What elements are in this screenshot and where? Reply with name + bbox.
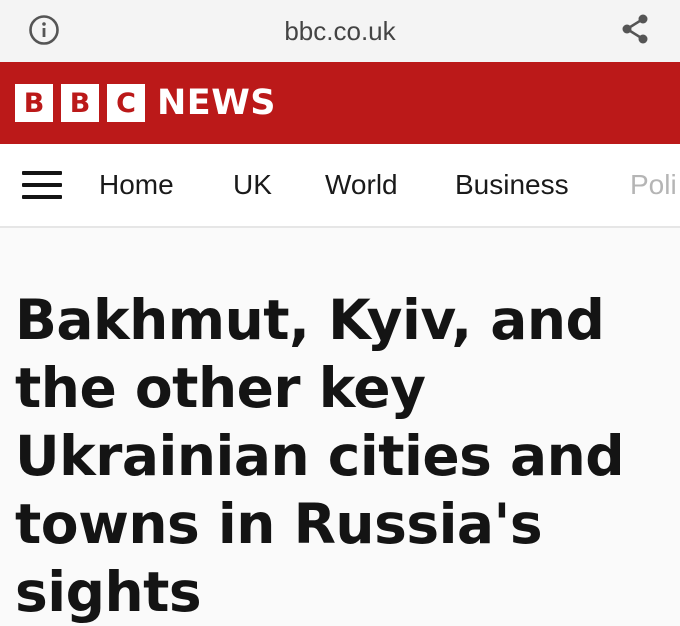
nav-item-politics[interactable]: Poli — [630, 166, 677, 204]
nav-item-world[interactable]: World — [325, 166, 398, 204]
url-text[interactable]: bbc.co.uk — [0, 14, 680, 48]
hamburger-menu-icon[interactable] — [22, 169, 64, 201]
bbc-news-logo[interactable]: B B C NEWS — [15, 83, 276, 123]
nav-item-home[interactable]: Home — [99, 166, 174, 204]
browser-address-bar: bbc.co.uk — [0, 0, 680, 62]
share-icon[interactable] — [618, 12, 652, 46]
logo-letter-b1: B — [15, 84, 53, 122]
logo-letter-c: C — [107, 84, 145, 122]
logo-word-news: NEWS — [157, 82, 277, 123]
section-navigation: Home UK World Business Poli — [0, 144, 680, 228]
logo-letter-b2: B — [61, 84, 99, 122]
nav-item-uk[interactable]: UK — [233, 166, 272, 204]
bbc-news-masthead: B B C NEWS — [0, 62, 680, 144]
nav-item-business[interactable]: Business — [455, 166, 569, 204]
article-headline: Bakhmut, Kyiv, and the other key Ukraini… — [15, 288, 625, 624]
